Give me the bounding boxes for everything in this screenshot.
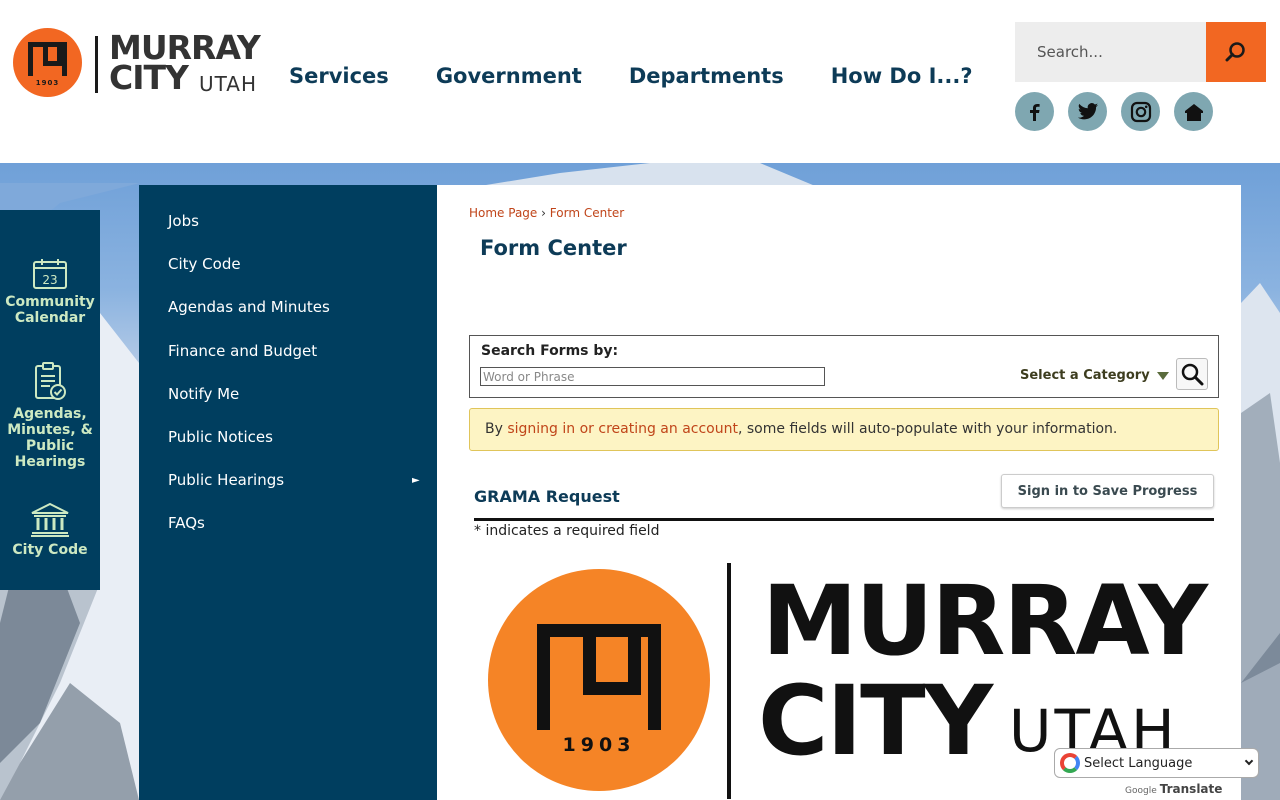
calendar-icon: 23 xyxy=(33,259,67,289)
quick-link-label: City Code xyxy=(12,542,88,558)
instagram-icon[interactable] xyxy=(1121,92,1160,131)
quick-links-panel: 23 Community Calendar Agendas, Minutes, … xyxy=(0,210,100,590)
search-forms-label: Search Forms by: xyxy=(481,343,619,359)
required-field-note: * indicates a required field xyxy=(474,523,660,539)
search-input[interactable] xyxy=(1015,22,1206,82)
logo-city-text: CITY xyxy=(109,58,189,97)
dropdown-arrow-icon xyxy=(1156,371,1169,380)
google-icon xyxy=(1060,753,1080,773)
side-menu-public-hearings[interactable]: Public Hearings xyxy=(168,471,284,489)
page-title: Form Center xyxy=(480,236,627,260)
logo-year: 1903 xyxy=(35,79,60,87)
logo-utah-text: UTAH xyxy=(199,72,258,96)
form-title: GRAMA Request xyxy=(474,487,620,506)
logo-city-text: CITY xyxy=(758,665,993,777)
notice-prefix: By xyxy=(485,421,508,437)
twitter-icon[interactable] xyxy=(1068,92,1107,131)
logo-emblem: 1903 xyxy=(488,569,710,791)
home-icon[interactable] xyxy=(1174,92,1213,131)
language-select-label: Select Language xyxy=(1084,755,1193,771)
nav-services[interactable]: Services xyxy=(289,64,389,88)
side-menu-finance-budget[interactable]: Finance and Budget xyxy=(168,342,317,360)
google-wordmark: Google xyxy=(1125,786,1157,796)
quick-link-community-calendar[interactable]: 23 Community Calendar xyxy=(0,258,100,326)
nav-how-do-i[interactable]: How Do I...? xyxy=(831,64,973,88)
breadcrumb: Home Page › Form Center xyxy=(469,206,624,220)
nav-departments[interactable]: Departments xyxy=(629,64,784,88)
search-icon xyxy=(1225,42,1245,62)
courthouse-icon xyxy=(31,502,69,537)
site-logo[interactable]: 1903 MURRAY CITY UTAH xyxy=(13,28,273,100)
search-icon xyxy=(1181,363,1204,386)
quick-link-city-code[interactable]: City Code xyxy=(0,502,100,558)
save-progress-button[interactable]: Sign in to Save Progress xyxy=(1001,474,1214,508)
nav-government[interactable]: Government xyxy=(436,64,582,88)
site-search xyxy=(1015,22,1266,82)
sign-in-notice: By signing in or creating an account, so… xyxy=(469,408,1219,451)
side-menu-city-code[interactable]: City Code xyxy=(168,255,241,273)
form-search-input[interactable] xyxy=(480,367,825,386)
side-menu-jobs[interactable]: Jobs xyxy=(168,212,199,230)
logo-murray-text: MURRAY xyxy=(762,565,1208,677)
notice-suffix: , some fields will auto-populate with yo… xyxy=(737,421,1118,437)
search-button[interactable] xyxy=(1206,22,1266,82)
language-select[interactable]: Select Language xyxy=(1054,748,1259,778)
breadcrumb-separator: › xyxy=(541,206,546,220)
form-divider xyxy=(474,518,1214,521)
social-links xyxy=(1015,92,1227,131)
quick-link-agendas-minutes[interactable]: Agendas, Minutes, & Public Hearings xyxy=(0,362,100,470)
main-content: Home Page › Form Center Form Center Sear… xyxy=(437,185,1241,800)
chevron-down-icon xyxy=(1244,756,1254,766)
expand-arrow-icon[interactable]: ► xyxy=(412,475,420,486)
translate-link[interactable]: Translate xyxy=(1160,782,1223,796)
clipboard-check-icon xyxy=(35,362,66,400)
side-menu: Jobs City Code Agendas and Minutes Finan… xyxy=(139,185,437,800)
svg-text:23: 23 xyxy=(42,273,57,287)
side-menu-notify-me[interactable]: Notify Me xyxy=(168,385,239,403)
powered-by-google: Google Translate xyxy=(1125,782,1222,796)
side-menu-faqs[interactable]: FAQs xyxy=(168,514,205,532)
quick-link-label: Community Calendar xyxy=(5,294,95,326)
search-forms-panel: Search Forms by: Select a Category xyxy=(469,335,1219,398)
form-search-button[interactable] xyxy=(1176,358,1208,390)
category-select[interactable]: Select a Category xyxy=(1020,368,1169,383)
side-menu-agendas-minutes[interactable]: Agendas and Minutes xyxy=(168,298,330,316)
logo-year: 1903 xyxy=(562,734,636,756)
main-nav: Services Government Departments How Do I… xyxy=(289,64,1020,88)
sign-in-link[interactable]: signing in or creating an account xyxy=(507,421,738,437)
side-menu-public-notices[interactable]: Public Notices xyxy=(168,428,273,446)
site-header: 1903 MURRAY CITY UTAH Services Governmen… xyxy=(0,0,1280,163)
facebook-icon[interactable] xyxy=(1015,92,1054,131)
logo-emblem: 1903 xyxy=(13,28,82,97)
breadcrumb-current[interactable]: Form Center xyxy=(550,206,624,220)
category-select-label: Select a Category xyxy=(1020,368,1150,383)
quick-link-label: Agendas, Minutes, & Public Hearings xyxy=(7,406,93,470)
breadcrumb-home[interactable]: Home Page xyxy=(469,206,537,220)
